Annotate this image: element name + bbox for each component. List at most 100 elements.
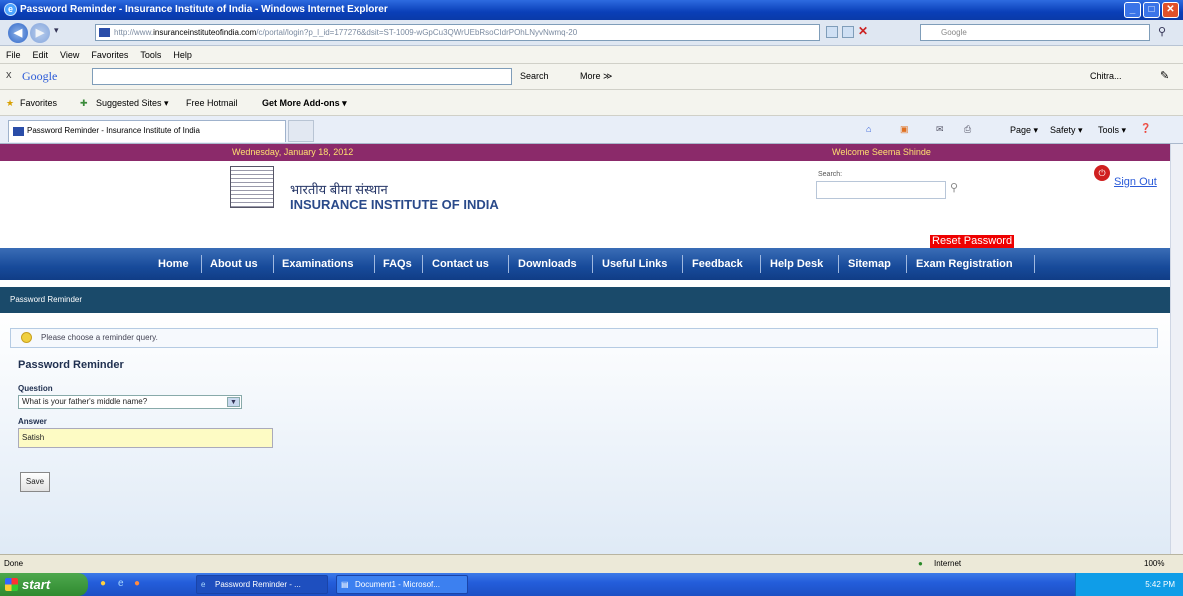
ie-icon: e [201, 580, 206, 589]
welcome-text: Welcome Seema Shinde [832, 147, 931, 157]
nav-separator [374, 255, 375, 273]
answer-input[interactable]: Satish [18, 428, 273, 448]
save-button[interactable]: Save [20, 472, 50, 492]
compatibility-icon[interactable] [826, 26, 838, 38]
minimize-button[interactable]: _ [1124, 2, 1141, 18]
free-hotmail-link[interactable]: Free Hotmail [186, 90, 238, 116]
web-search-input[interactable]: Google [920, 24, 1150, 41]
security-zone[interactable]: Internet [934, 555, 961, 573]
close-toolbar-icon[interactable]: x [6, 69, 12, 81]
wrench-icon[interactable]: ✎ [1160, 69, 1169, 82]
site-search-icon[interactable]: ⚲ [950, 181, 958, 194]
favorites-bar: ★ Favorites ✚ Suggested Sites ▾ Free Hot… [0, 90, 1183, 116]
internet-zone-icon: ● [918, 559, 923, 568]
url-path: /c/portal/login?p_l_id=177276&dsit=ST-10… [256, 28, 578, 37]
nav-separator [592, 255, 593, 273]
refresh-icon[interactable] [842, 26, 854, 38]
sign-out-icon[interactable]: ⏻ [1094, 165, 1110, 181]
page-menu[interactable]: Page ▾ [1010, 125, 1038, 136]
nav-separator [906, 255, 907, 273]
site-search-label: Search: [818, 171, 843, 178]
nav-exam-registration[interactable]: Exam Registration [916, 248, 1013, 280]
nav-examinations[interactable]: Examinations [282, 248, 354, 280]
form-title: Password Reminder [18, 359, 124, 371]
nav-separator [422, 255, 423, 273]
taskbar: start ● e ● e Password Reminder - ... ▤ Do… [0, 573, 1183, 596]
nav-separator [273, 255, 274, 273]
nav-about-us[interactable]: About us [210, 248, 258, 280]
quick-launch-icon[interactable]: ● [100, 578, 106, 589]
menu-view[interactable]: View [60, 50, 79, 60]
zoom-level[interactable]: 100% [1144, 555, 1164, 573]
google-more-button[interactable]: More ≫ [580, 71, 612, 82]
nav-contact-us[interactable]: Contact us [432, 248, 489, 280]
mail-icon[interactable]: ✉ [936, 124, 944, 135]
status-text: Done [4, 559, 24, 568]
main-nav: Home About us Examinations FAQs Contact … [0, 248, 1170, 280]
top-info-bar: Wednesday, January 18, 2012 Welcome Seem… [0, 144, 1170, 161]
close-button[interactable]: ✕ [1162, 2, 1179, 18]
window-title: Password Reminder - Insurance Institute … [20, 4, 388, 15]
menu-tools[interactable]: Tools [140, 50, 161, 60]
nav-faqs[interactable]: FAQs [383, 248, 412, 280]
nav-separator [682, 255, 683, 273]
menu-edit[interactable]: Edit [33, 50, 49, 60]
tab-password-reminder[interactable]: Password Reminder - Insurance Institute … [8, 120, 286, 142]
address-input[interactable]: http://www.insuranceinstituteofindia.com… [95, 24, 820, 41]
answer-label: Answer [18, 417, 47, 426]
start-button[interactable]: start [0, 573, 88, 596]
nav-sitemap[interactable]: Sitemap [848, 248, 891, 280]
question-select[interactable]: What is your father's middle name? ▼ [18, 395, 242, 409]
menu-favorites[interactable]: Favorites [91, 50, 128, 60]
task1-label: Password Reminder - ... [215, 580, 301, 589]
nav-feedback[interactable]: Feedback [692, 248, 743, 280]
clock[interactable]: 5:42 PM [1145, 580, 1175, 589]
tools-menu[interactable]: Tools ▾ [1098, 125, 1126, 136]
maximize-button[interactable]: □ [1143, 2, 1160, 18]
breadcrumb: Password Reminder [0, 287, 1170, 313]
reset-password-link[interactable]: Reset Password [930, 235, 1015, 248]
lightbulb-icon [21, 332, 32, 343]
stop-icon[interactable]: ✕ [858, 24, 868, 38]
feeds-icon[interactable]: ▣ [900, 124, 909, 135]
taskbar-item-ie[interactable]: e Password Reminder - ... [196, 575, 328, 594]
site-search-input[interactable] [816, 181, 946, 199]
nav-help-desk[interactable]: Help Desk [770, 248, 823, 280]
favorites-button[interactable]: Favorites [20, 90, 57, 116]
menu-file[interactable]: File [6, 50, 21, 60]
search-placeholder: Google [941, 28, 967, 37]
sign-out-link[interactable]: Sign Out [1114, 176, 1157, 188]
windows-logo-icon [5, 578, 18, 591]
new-tab-button[interactable] [288, 120, 314, 142]
quick-launch-ie-icon[interactable]: e [118, 578, 124, 589]
nav-useful-links[interactable]: Useful Links [602, 248, 667, 280]
add-favorite-icon[interactable]: ✚ [80, 90, 88, 116]
get-addons-link[interactable]: Get More Add-ons ▾ [262, 90, 347, 116]
history-dropdown-icon[interactable]: ▾ [54, 25, 59, 36]
google-user[interactable]: Chitra... [1090, 71, 1122, 81]
taskbar-item-word[interactable]: ▤ Document1 - Microsof... [336, 575, 468, 594]
search-go-icon[interactable]: ⚲ [1158, 25, 1166, 38]
google-search-button[interactable]: Search [520, 71, 549, 81]
suggested-sites-link[interactable]: Suggested Sites ▾ [96, 90, 169, 116]
help-icon[interactable]: ❓ [1140, 123, 1151, 134]
url-prefix: http://www. [114, 28, 154, 37]
nav-separator [760, 255, 761, 273]
quick-launch-media-icon[interactable]: ● [134, 578, 140, 589]
nav-separator [838, 255, 839, 273]
info-text: Please choose a reminder query. [41, 333, 158, 342]
current-date: Wednesday, January 18, 2012 [232, 147, 354, 157]
nav-home[interactable]: Home [158, 248, 189, 280]
vertical-scrollbar[interactable] [1170, 144, 1183, 554]
institute-logo[interactable] [230, 166, 274, 208]
home-icon[interactable]: ⌂ [866, 124, 871, 134]
forward-icon[interactable]: ▶ [30, 23, 50, 43]
back-icon[interactable]: ◀ [8, 23, 28, 43]
google-search-input[interactable] [92, 68, 512, 85]
window-title-bar: e Password Reminder - Insurance Institut… [0, 0, 1183, 20]
word-icon: ▤ [341, 580, 349, 589]
print-icon[interactable]: ⎙ [964, 124, 971, 135]
menu-help[interactable]: Help [173, 50, 192, 60]
nav-downloads[interactable]: Downloads [518, 248, 577, 280]
safety-menu[interactable]: Safety ▾ [1050, 125, 1083, 136]
